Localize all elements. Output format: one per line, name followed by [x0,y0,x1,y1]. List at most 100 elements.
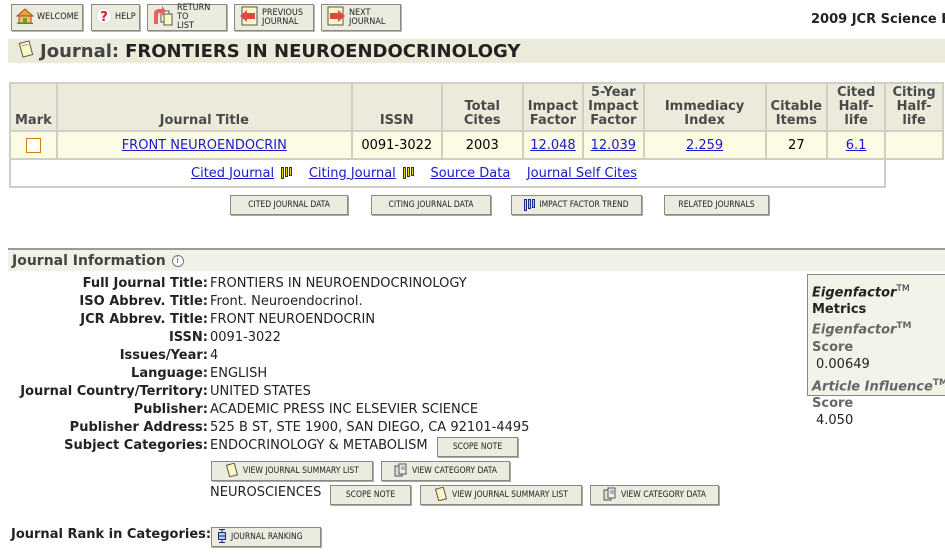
info-row-full-title: Full Journal Title: FRONTIERS IN NEUROEN… [0,274,467,292]
header-impact-factor: Impact Factor [521,82,585,132]
info-value: UNITED STATES [210,383,311,399]
next-journal-label: NEXT JOURNAL [349,7,386,27]
info-label: Full Journal Title: [82,275,208,291]
info-row-issn: ISSN: 0091-3022 [0,328,281,346]
header-citing-half-life: Citing Half-life [884,82,945,132]
citing-journal-link[interactable]: Citing Journal [309,166,396,181]
related-journals-button[interactable]: RELATED JOURNALS [664,195,769,215]
journal-ranking-label: JOURNAL RANKING [231,532,303,542]
links-cell: Cited Journal Citing Journal Source Data… [8,158,887,188]
category-data-icon [603,487,617,504]
view-journal-summary-list-button[interactable]: VIEW JOURNAL SUMMARY LIST [420,485,582,505]
view-journal-summary-list-label: VIEW JOURNAL SUMMARY LIST [452,490,568,500]
return-to-list-icon [152,6,174,29]
journal-title-cell: FRONT NEUROENDOCRIN [55,130,353,160]
category-neurosciences: NEUROSCIENCES [210,485,322,500]
info-value: ENGLISH [210,365,268,381]
bar-chart-icon [281,167,293,179]
edition-label: 2009 JCR Science Edition [811,12,945,27]
immediacy-index-cell: 2.259 [642,130,767,160]
view-category-data-label: VIEW CATEGORY DATA [620,490,707,500]
info-value: 525 B ST, STE 1900, SAN DIEGO, CA 92101-… [210,419,530,435]
journal-information-header: Journal Information i [8,248,945,271]
scope-note-button[interactable]: SCOPE NOTE [437,437,518,457]
info-row-language: Language: ENGLISH [0,364,267,382]
header-cited-half-life: Cited Half-life [826,82,887,132]
previous-journal-button[interactable]: PREVIOUS JOURNAL [234,4,314,31]
journal-title-bar: Journal: FRONTIERS IN NEUROENDOCRINOLOGY [8,39,945,63]
info-label: Language: [131,365,208,381]
previous-journal-label: PREVIOUS JOURNAL [262,7,303,27]
journal-ranking-button[interactable]: JOURNAL RANKING [211,527,321,547]
info-label: JCR Abbrev. Title: [80,311,208,327]
cited-journal-data-label: CITED JOURNAL DATA [248,200,330,210]
welcome-button[interactable]: WELCOME [11,4,83,31]
info-value: ACADEMIC PRESS INC ELSEVIER SCIENCE [210,401,479,417]
header-five-year-impact-factor: 5-Year Impact Factor [582,82,645,132]
related-journals-label: RELATED JOURNALS [678,200,755,210]
home-icon [15,8,35,27]
article-influence-label: Article InfluenceTM [812,377,945,394]
immediacy-index-link[interactable]: 2.259 [686,138,723,153]
mark-checkbox[interactable] [25,137,41,153]
cited-journal-data-button[interactable]: CITED JOURNAL DATA [230,195,348,215]
cited-journal-link[interactable]: Cited Journal [191,166,274,181]
cited-half-life-link[interactable]: 6.1 [846,138,867,153]
table-links-row: Cited Journal Citing Journal Source Data… [8,158,944,188]
journal-name: FRONTIERS IN NEUROENDOCRINOLOGY [125,40,521,62]
info-value: FRONT NEUROENDOCRIN [210,311,376,327]
empty-cell [885,159,944,187]
journal-title-link[interactable]: FRONT NEUROENDOCRIN [122,138,287,153]
arrow-left-icon [239,6,259,29]
journal-icon [18,39,34,63]
scope-note-label: SCOPE NOTE [452,442,503,452]
help-label: HELP [115,12,136,22]
citing-half-life-cell [884,130,945,160]
info-label: Issues/Year: [119,347,208,363]
next-journal-button[interactable]: NEXT JOURNAL [321,4,401,31]
section-title: Journal Information [12,252,166,269]
view-category-data-label: VIEW CATEGORY DATA [411,466,498,476]
info-label: ISO Abbrev. Title: [79,293,208,309]
five-year-impact-factor-link[interactable]: 12.039 [591,138,637,153]
info-row-publisher-address: Publisher Address: 525 B ST, STE 1900, S… [0,418,530,436]
bar-chart-icon [402,167,414,179]
citing-journal-data-button[interactable]: CITING JOURNAL DATA [371,195,491,215]
citable-items-cell: 27 [764,130,829,160]
scope-note-label: SCOPE NOTE [345,490,396,500]
view-journal-summary-list-button[interactable]: VIEW JOURNAL SUMMARY LIST [211,461,373,481]
cited-half-life-cell: 6.1 [826,130,887,160]
help-button[interactable]: ? HELP [91,4,140,31]
impact-factor-trend-button[interactable]: IMPACT FACTOR TREND [511,195,642,215]
welcome-label: WELCOME [37,12,79,22]
journal-self-cites-link[interactable]: Journal Self Cites [527,166,637,181]
impact-factor-link[interactable]: 12.048 [530,138,576,153]
category-data-icon [394,463,408,480]
arrow-right-icon [326,6,346,29]
eigenfactor-title: EigenfactorTM Metrics [812,284,910,318]
info-row-country: Journal Country/Territory: UNITED STATES [0,382,311,400]
return-to-list-button[interactable]: RETURN TO LIST [147,4,227,31]
eigenfactor-score-label: EigenfactorTM Score [812,321,912,355]
impact-factor-trend-label: IMPACT FACTOR TREND [539,200,629,210]
info-row-publisher: Publisher: ACADEMIC PRESS INC ELSEVIER S… [0,400,478,418]
scope-note-button[interactable]: SCOPE NOTE [330,485,411,505]
eigenfactor-metrics-panel: EigenfactorTM Metrics EigenfactorTM Scor… [807,274,945,428]
box-plot-icon [217,528,227,546]
source-data-link[interactable]: Source Data [430,166,510,181]
info-icon[interactable]: i [171,254,184,267]
view-category-data-button[interactable]: VIEW CATEGORY DATA [590,485,719,505]
bar-chart-icon [524,199,536,211]
total-cites-cell: 2003 [440,130,524,160]
journal-label: Journal: [40,40,120,62]
info-value: Front. Neuroendocrinol. [210,293,363,309]
return-to-list-label: RETURN TO LIST [177,3,211,31]
header-journal-title: Journal Title [55,82,353,132]
info-row-subject-categories: Subject Categories: ENDOCRINOLOGY & META… [0,436,428,454]
info-value: FRONTIERS IN NEUROENDOCRINOLOGY [210,275,467,291]
view-category-data-button[interactable]: VIEW CATEGORY DATA [381,461,510,481]
article-influence-label-line2: Score [812,395,854,411]
info-row-issues-per-year: Issues/Year: 4 [0,346,219,364]
impact-factor-cell: 12.048 [521,130,585,160]
info-value: ENDOCRINOLOGY & METABOLISM [210,437,428,453]
